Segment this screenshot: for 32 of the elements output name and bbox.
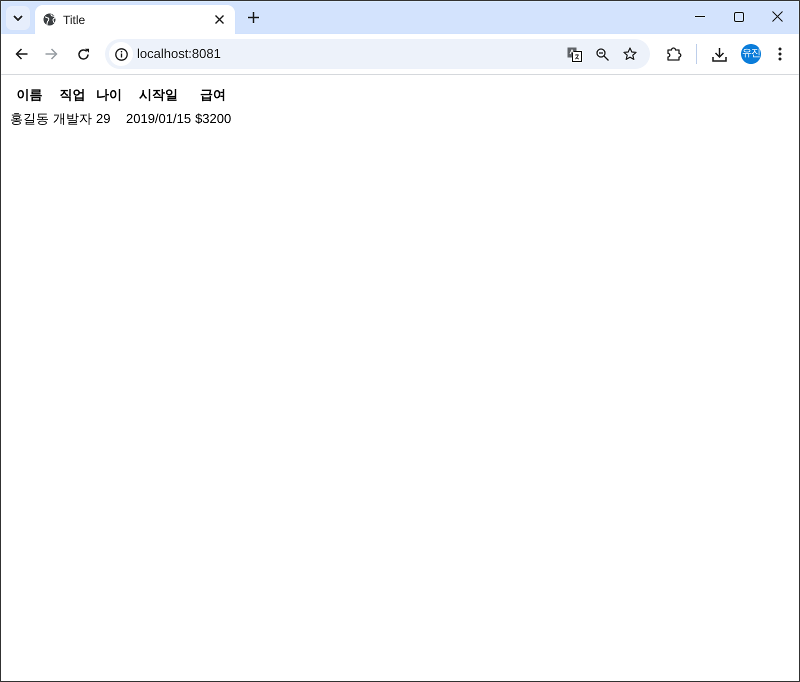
globe-icon [43, 13, 56, 26]
column-header: 직업 [58, 86, 86, 104]
plus-icon [248, 12, 258, 22]
star-icon [623, 47, 637, 61]
table-cell-text: $3200 [194, 110, 232, 128]
table-cell-text: 개발자 [52, 110, 93, 128]
column-header: 나이 [95, 86, 123, 104]
table-cell-text: 2019/01/15 [125, 110, 192, 128]
table-cell-text: 홍길동 [9, 110, 50, 128]
column-header: 급여 [199, 86, 228, 104]
more-vertical-icon [778, 47, 782, 61]
chevron-down-icon [13, 15, 23, 21]
site-info-button[interactable] [109, 42, 133, 66]
close-icon [772, 11, 783, 22]
puzzle-piece-icon [666, 47, 682, 61]
zoom-out-icon [596, 48, 608, 60]
tab-search-button[interactable] [6, 6, 30, 30]
address-bar[interactable]: localhost:8081 [105, 39, 650, 69]
column-header: 이름 [16, 86, 44, 104]
profile-avatar[interactable]: 유진 [741, 44, 761, 64]
minimize-icon [694, 16, 704, 17]
back-arrow-icon [14, 48, 28, 60]
reload-icon [76, 48, 90, 60]
browser-tab[interactable]: Title [35, 5, 235, 34]
close-icon [214, 15, 224, 24]
translate-icon [566, 46, 582, 62]
info-icon [114, 48, 128, 60]
download-icon [712, 46, 726, 62]
forward-arrow-icon [44, 48, 58, 60]
table-cell-text: 29 [95, 110, 112, 128]
maximize-icon [734, 12, 744, 22]
column-header: 시작일 [138, 86, 180, 104]
